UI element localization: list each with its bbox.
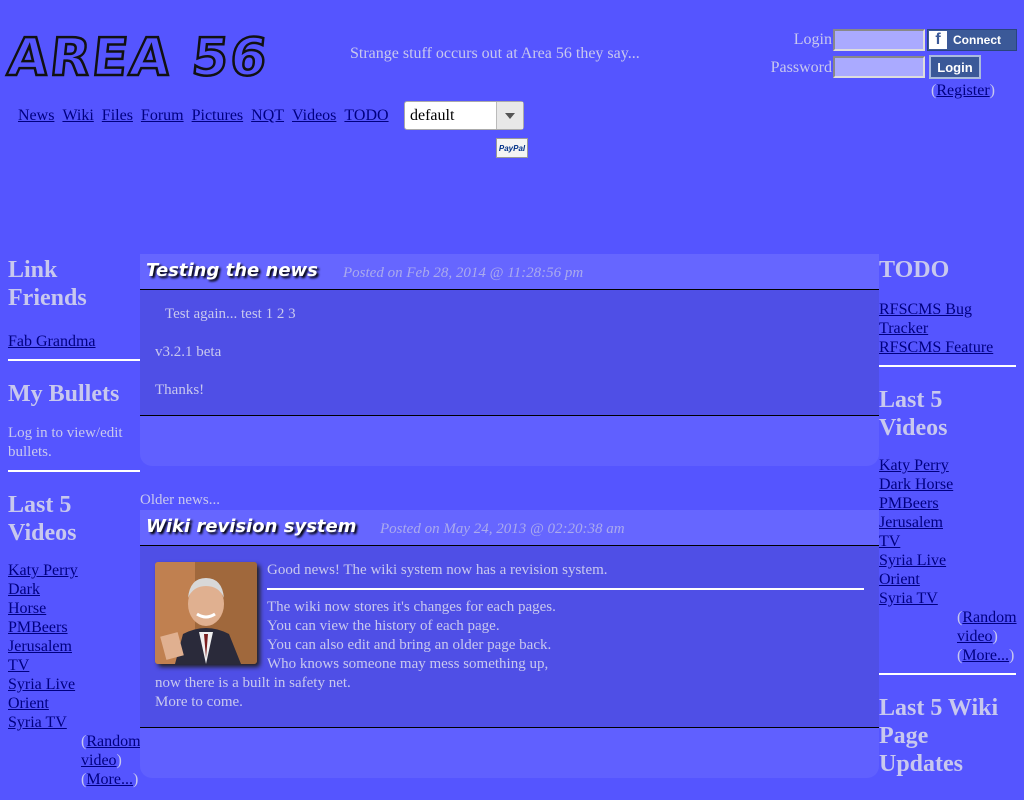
- main-nav: News Wiki Files Forum Pictures NQT Video…: [18, 107, 389, 125]
- news-footer: [140, 416, 879, 466]
- news-body: Test again... test 1 2 3 v3.2.1 beta Tha…: [140, 290, 879, 416]
- older-news-link[interactable]: Older news...: [140, 492, 220, 509]
- news-text: You can also edit and bring an older pag…: [267, 637, 552, 653]
- nav-news[interactable]: News: [18, 107, 54, 125]
- login-button[interactable]: Login: [929, 55, 981, 79]
- video-link[interactable]: Syria TV: [879, 589, 1016, 608]
- password-input[interactable]: [833, 56, 925, 78]
- nav-pictures[interactable]: Pictures: [192, 107, 244, 125]
- wiki-updates-title: Last 5 Wiki Page Updates: [879, 695, 999, 777]
- video-link[interactable]: Katy Perry: [879, 456, 1016, 475]
- left-sidebar: Link Friends Fab Grandma My Bullets Log …: [8, 256, 141, 789]
- facebook-connect-button[interactable]: f Connect: [927, 29, 1017, 51]
- video-link[interactable]: Syria TV: [8, 713, 140, 732]
- news-text: More to come.: [155, 694, 243, 710]
- todo-title: TODO: [879, 257, 950, 283]
- nav-todo[interactable]: TODO: [344, 107, 388, 125]
- link-friends-title: Link Friends: [8, 257, 87, 311]
- video-link[interactable]: Dark Horse: [879, 475, 1016, 494]
- news-date: Posted on Feb 28, 2014 @ 11:28:56 pm: [343, 265, 584, 281]
- divider: [267, 588, 864, 590]
- nav-files[interactable]: Files: [102, 107, 133, 125]
- password-label: Password: [770, 59, 832, 76]
- video-link[interactable]: Katy Perry: [8, 561, 140, 580]
- video-link[interactable]: Syria Live Orient: [879, 551, 959, 589]
- news-photo: [155, 562, 257, 664]
- random-video-link[interactable]: Random video: [957, 609, 1017, 645]
- news-header: Testing the news Posted on Feb 28, 2014 …: [140, 254, 879, 290]
- news-footer: [140, 728, 879, 778]
- friend-link[interactable]: Fab Grandma: [8, 332, 140, 351]
- more-videos-link[interactable]: More...: [962, 647, 1009, 664]
- news-date: Posted on May 24, 2013 @ 02:20:38 am: [380, 521, 625, 537]
- login-label: Login: [793, 31, 832, 48]
- site-tagline: Strange stuff occurs out at Area 56 they…: [350, 45, 640, 62]
- site-logo[interactable]: AREA 56: [4, 27, 273, 90]
- more-videos-link[interactable]: More...: [86, 771, 133, 788]
- video-link[interactable]: Dark Horse: [8, 580, 68, 618]
- news-text: Who knows someone may mess something up,: [267, 656, 549, 672]
- news-text: You can view the history of each page.: [267, 618, 500, 634]
- connect-label: Connect: [953, 33, 1001, 47]
- paren-close: ): [989, 82, 995, 99]
- my-bullets-title: My Bullets: [8, 381, 120, 407]
- facebook-icon: f: [929, 31, 947, 49]
- todo-link[interactable]: RFSCMS Feature: [879, 338, 1016, 357]
- todo-link[interactable]: RFSCMS Bug Tracker: [879, 300, 989, 338]
- register-link[interactable]: Register: [936, 82, 989, 99]
- video-link[interactable]: Syria Live Orient: [8, 675, 78, 713]
- news-text: Test again... test 1 2 3: [165, 306, 296, 322]
- nav-nqt[interactable]: NQT: [251, 107, 284, 125]
- video-link[interactable]: Jerusalem TV: [8, 637, 78, 675]
- register-link-wrapper: (Register): [931, 82, 995, 100]
- nav-wiki[interactable]: Wiki: [62, 107, 93, 125]
- video-link[interactable]: PMBeers: [879, 494, 1016, 513]
- news-header: Wiki revision system Posted on May 24, 2…: [140, 510, 879, 546]
- news-title[interactable]: Wiki revision system: [146, 516, 356, 537]
- nav-forum[interactable]: Forum: [141, 107, 184, 125]
- news-lead: Good news! The wiki system now has a rev…: [267, 562, 608, 578]
- news-text: v3.2.1 beta: [155, 344, 222, 360]
- random-video-link[interactable]: Random video: [81, 733, 141, 769]
- paypal-button[interactable]: PayPal: [496, 138, 528, 158]
- right-sidebar: TODO RFSCMS Bug Tracker RFSCMS Feature L…: [879, 256, 1017, 778]
- news-title[interactable]: Testing the news: [146, 260, 318, 281]
- video-link[interactable]: Jerusalem TV: [879, 513, 949, 551]
- news-text: The wiki now stores it's changes for eac…: [267, 599, 556, 615]
- bullets-login-text: Log in to view/edit bullets.: [8, 425, 123, 460]
- video-link[interactable]: PMBeers: [8, 618, 140, 637]
- login-input[interactable]: [833, 29, 925, 51]
- right-videos-title: Last 5 Videos: [879, 387, 948, 441]
- last-videos-title: Last 5 Videos: [8, 492, 77, 546]
- theme-selected-value: default: [410, 106, 455, 124]
- chevron-down-icon[interactable]: [496, 102, 523, 129]
- news-text: Thanks!: [155, 382, 205, 398]
- theme-select[interactable]: default: [404, 101, 524, 130]
- left-video-extras: (Random video) (More...): [81, 733, 141, 788]
- news-text: now there is a built in safety net.: [155, 675, 351, 691]
- nav-videos[interactable]: Videos: [292, 107, 336, 125]
- right-video-extras: (Random video) (More...): [957, 609, 1017, 664]
